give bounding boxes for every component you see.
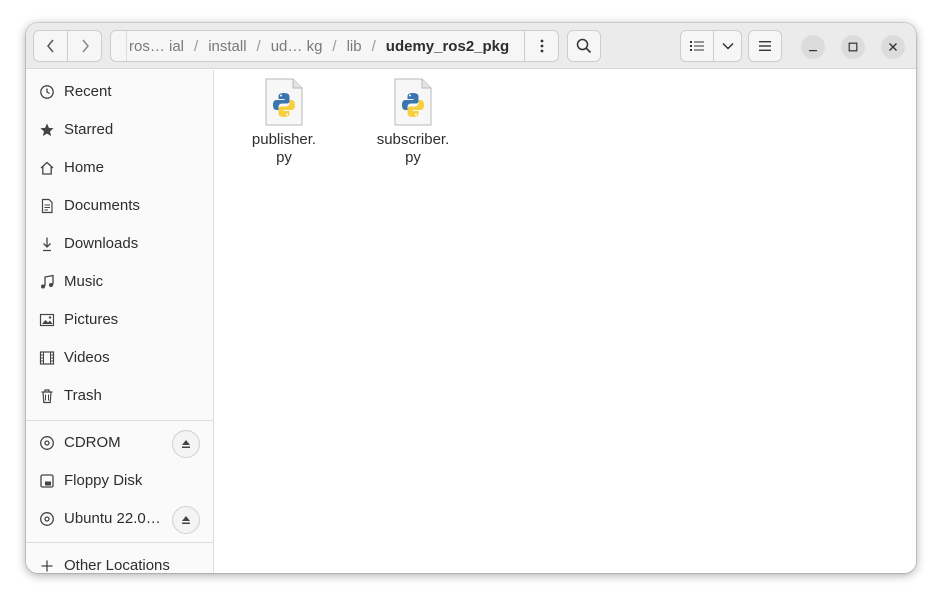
drive-icon: [39, 473, 55, 489]
maximize-button[interactable]: [841, 35, 865, 59]
breadcrumb-2[interactable]: ud… kg: [266, 38, 328, 55]
sidebar-item-label: Ubuntu 22.0…: [64, 510, 161, 527]
file-name: subscriber. py: [377, 131, 450, 167]
breadcrumb-separator: /: [332, 37, 337, 55]
home-icon: [39, 160, 55, 176]
sidebar-item-music[interactable]: Music: [26, 263, 214, 301]
breadcrumb-0[interactable]: ros… ial: [127, 38, 189, 55]
python-file-icon: [265, 78, 303, 126]
sidebar-item-label: Home: [64, 159, 105, 176]
path-bar: ros… ial / install / ud… kg / lib / udem…: [110, 30, 559, 62]
breadcrumb-separator: /: [194, 37, 199, 55]
star-icon: [39, 122, 55, 138]
breadcrumb-separator: /: [256, 37, 261, 55]
chevron-right-icon: [81, 39, 89, 53]
breadcrumb-separator: /: [371, 37, 376, 55]
sidebar-item-documents[interactable]: Documents: [26, 187, 214, 225]
sidebar-item-label: Recent: [64, 83, 112, 100]
disc-icon: [39, 435, 55, 451]
main-menu-button[interactable]: [748, 30, 782, 62]
sidebar-item-label: Music: [64, 273, 104, 290]
file-item[interactable]: publisher. py: [239, 78, 329, 167]
vertical-dots-icon: [540, 39, 543, 53]
chevron-down-icon: [721, 42, 734, 50]
sidebar-other-locations[interactable]: Other Locations: [26, 547, 214, 573]
file-name-line: py: [405, 149, 421, 166]
file-item[interactable]: subscriber. py: [368, 78, 458, 167]
maximize-icon: [848, 42, 858, 52]
sidebar-item-label: Starred: [64, 121, 114, 138]
sidebar-item-label: Documents: [64, 197, 140, 214]
sidebar-item-label: CDROM: [64, 434, 121, 451]
minimize-button[interactable]: [801, 35, 825, 59]
sidebar-divider: [26, 542, 214, 543]
file-name: publisher. py: [252, 131, 316, 167]
sidebar-device-floppy[interactable]: Floppy Disk: [26, 462, 214, 500]
sidebar-item-recent[interactable]: Recent: [26, 73, 214, 111]
header-bar: ros… ial / install / ud… kg / lib / udem…: [26, 23, 916, 69]
sidebar-item-home[interactable]: Home: [26, 149, 214, 187]
sidebar-item-downloads[interactable]: Downloads: [26, 225, 214, 263]
hamburger-icon: [759, 41, 771, 51]
document-icon: [39, 198, 55, 214]
back-button[interactable]: [33, 30, 68, 62]
sidebar-item-label: Pictures: [64, 311, 119, 328]
video-icon: [39, 350, 55, 366]
eject-button[interactable]: [172, 506, 200, 534]
sidebar-device-cdrom[interactable]: CDROM: [26, 424, 214, 462]
clock-icon: [39, 84, 55, 100]
download-icon: [39, 236, 55, 252]
sidebar-divider: [26, 420, 214, 421]
sidebar-item-starred[interactable]: Starred: [26, 111, 214, 149]
breadcrumb-3[interactable]: lib: [342, 38, 367, 55]
sidebar-item-label: Downloads: [64, 235, 139, 252]
plus-icon: [39, 558, 55, 573]
python-file-icon: [394, 78, 432, 126]
sidebar-item-label: Floppy Disk: [64, 472, 143, 489]
sidebar-item-trash[interactable]: Trash: [26, 377, 214, 415]
path-menu-button[interactable]: [524, 31, 558, 61]
eject-icon: [182, 516, 190, 524]
list-view-icon: [690, 41, 704, 51]
list-view-button[interactable]: [680, 30, 714, 62]
file-view: publisher. py subscriber. py: [215, 70, 916, 573]
close-icon: [889, 43, 897, 51]
breadcrumb-1[interactable]: install: [203, 38, 251, 55]
file-name-line: py: [276, 149, 292, 166]
file-name-line: publisher.: [251, 131, 317, 148]
sidebar-item-label: Trash: [64, 387, 102, 404]
minimize-icon: [809, 50, 817, 52]
chevron-left-icon: [46, 39, 54, 53]
sidebar-item-videos[interactable]: Videos: [26, 339, 214, 377]
music-icon: [39, 274, 55, 290]
trash-icon: [39, 388, 55, 404]
file-manager-window: ros… ial / install / ud… kg / lib / udem…: [26, 23, 916, 573]
search-button[interactable]: [567, 30, 601, 62]
close-button[interactable]: [881, 35, 905, 59]
view-options-dropdown[interactable]: [713, 30, 742, 62]
search-icon: [576, 38, 592, 54]
sidebar-device-ubuntu[interactable]: Ubuntu 22.0…: [26, 500, 214, 538]
sidebar-item-label: Videos: [64, 349, 110, 366]
sidebar-item-pictures[interactable]: Pictures: [26, 301, 214, 339]
eject-icon: [182, 440, 190, 448]
breadcrumb-current[interactable]: udemy_ros2_pkg: [381, 38, 514, 55]
path-overflow-fade: [111, 31, 127, 61]
places-sidebar: Recent Starred Home Documents Downloads: [26, 70, 214, 573]
sidebar-item-label: Other Locations: [64, 557, 170, 573]
forward-button[interactable]: [67, 30, 102, 62]
eject-button[interactable]: [172, 430, 200, 458]
file-name-line: subscriber.: [376, 131, 450, 148]
picture-icon: [39, 312, 55, 328]
disc-icon: [39, 511, 55, 527]
